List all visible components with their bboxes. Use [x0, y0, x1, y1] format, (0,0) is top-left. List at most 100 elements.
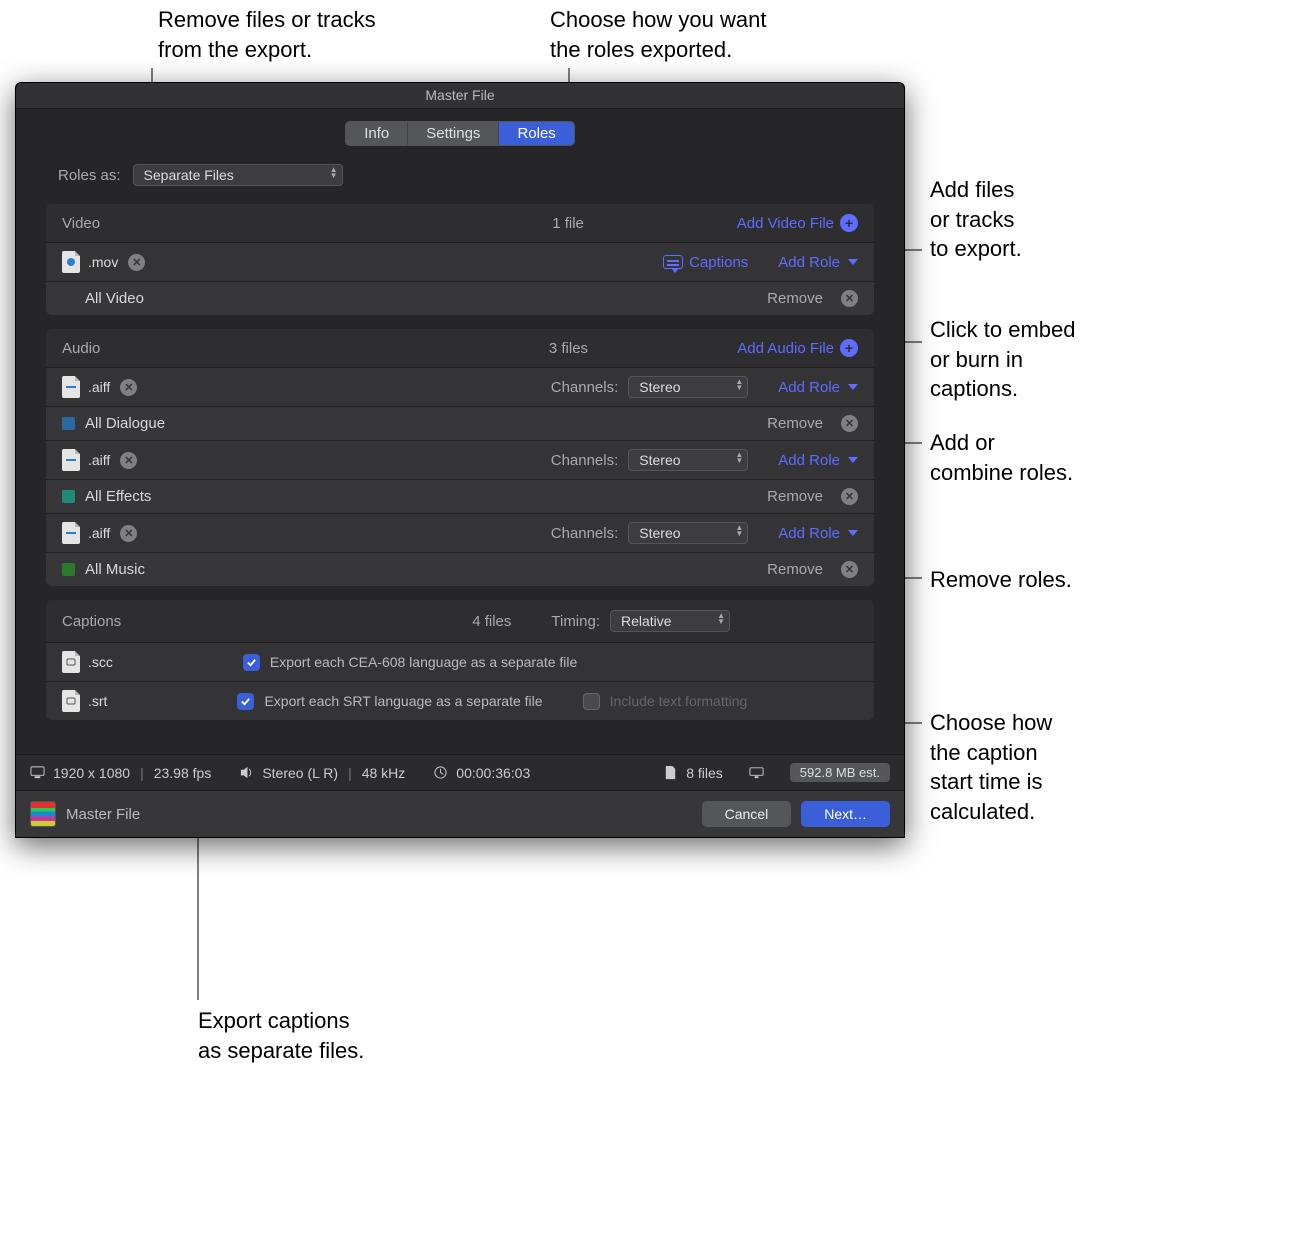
next-button[interactable]: Next… [801, 801, 890, 827]
remove-audio-role-button[interactable]: ✕ [841, 488, 858, 505]
captions-label: Captions [689, 254, 748, 271]
audio-role-name: All Music [85, 561, 145, 578]
speaker-icon [239, 765, 254, 780]
export-scc-checkbox[interactable] [243, 654, 260, 671]
add-role-audio-button[interactable]: Add Role [778, 525, 858, 542]
channels-value: Stereo [639, 379, 680, 395]
add-role-audio-button[interactable]: Add Role [778, 379, 858, 396]
tab-info[interactable]: Info [346, 122, 408, 145]
add-role-video-button[interactable]: Add Role [778, 254, 858, 271]
audio-role-row: All Music Remove ✕ [46, 552, 874, 586]
remove-label: Remove [767, 561, 823, 578]
add-role-audio-button[interactable]: Add Role [778, 452, 858, 469]
add-role-label: Add Role [778, 254, 840, 271]
aiff-file-icon [62, 449, 80, 471]
srt-file-icon [62, 690, 80, 712]
audio-file-row: .aiff ✕ Channels: Stereo ▲▼ Add Role [46, 513, 874, 552]
channels-select[interactable]: Stereo ▲▼ [628, 449, 748, 471]
captions-icon [663, 255, 683, 269]
scc-file-icon [62, 651, 80, 673]
roles-as-label: Roles as: [58, 167, 121, 184]
video-file-row: .mov ✕ Captions Add Role [46, 242, 874, 281]
callout-timing: Choose howthe captionstart time iscalcul… [930, 708, 1052, 827]
callout-add-combine: Add orcombine roles. [930, 428, 1073, 487]
tab-roles[interactable]: Roles [499, 122, 573, 145]
add-role-label: Add Role [778, 525, 840, 542]
captions-count: 4 files [472, 613, 511, 630]
master-file-dialog: Master File Info Settings Roles Roles as… [15, 82, 905, 838]
audio-role-name: All Dialogue [85, 415, 165, 432]
chevron-down-icon [848, 457, 858, 463]
add-video-file-button[interactable]: Add Video File + [737, 214, 858, 232]
callout-embed-captions: Click to embedor burn incaptions. [930, 315, 1076, 404]
role-swatch [62, 563, 75, 576]
popup-stepper-icon: ▲▼ [735, 379, 743, 391]
status-audio: Stereo (L R) [262, 765, 338, 781]
remove-audio-role-button[interactable]: ✕ [841, 561, 858, 578]
aiff-file-icon [62, 522, 80, 544]
video-role-row: All Video Remove ✕ [46, 281, 874, 315]
remove-audio-file-button[interactable]: ✕ [120, 452, 137, 469]
remove-audio-role-button[interactable]: ✕ [841, 415, 858, 432]
audio-role-row: All Effects Remove ✕ [46, 479, 874, 513]
status-khz: 48 kHz [362, 765, 406, 781]
captions-button[interactable]: Captions [663, 254, 748, 271]
clock-icon [433, 765, 448, 780]
status-bar: 1920 x 1080 | 23.98 fps Stereo (L R) | 4… [16, 754, 904, 790]
callout-remove-files: Remove files or tracksfrom the export. [158, 5, 376, 64]
remove-audio-file-button[interactable]: ✕ [120, 379, 137, 396]
aiff-file-icon [62, 376, 80, 398]
tab-settings[interactable]: Settings [408, 122, 499, 145]
remove-audio-file-button[interactable]: ✕ [120, 525, 137, 542]
timing-select[interactable]: Relative ▲▼ [610, 610, 730, 632]
cancel-button[interactable]: Cancel [702, 801, 792, 827]
export-srt-checkbox[interactable] [237, 693, 254, 710]
remove-video-file-button[interactable]: ✕ [128, 254, 145, 271]
video-ext: .mov [88, 254, 118, 270]
include-formatting-checkbox[interactable] [583, 693, 600, 710]
include-formatting-label: Include text formatting [610, 693, 748, 709]
remove-video-role-button[interactable]: ✕ [841, 290, 858, 307]
timing-label: Timing: [551, 613, 600, 630]
channels-label: Channels: [551, 452, 619, 469]
video-section: Video 1 file Add Video File + .mov ✕ Cap… [46, 204, 874, 315]
audio-count: 3 files [400, 340, 738, 357]
status-estimate: 592.8 MB est. [790, 763, 890, 782]
chevron-down-icon [848, 530, 858, 536]
callout-remove-roles: Remove roles. [930, 565, 1072, 595]
remove-label: Remove [767, 290, 823, 307]
window-title: Master File [16, 83, 904, 109]
add-audio-file-button[interactable]: Add Audio File + [737, 339, 858, 357]
audio-role-name: All Effects [85, 488, 151, 505]
audio-ext: .aiff [88, 525, 110, 541]
channels-select[interactable]: Stereo ▲▼ [628, 522, 748, 544]
channels-label: Channels: [551, 379, 619, 396]
chevron-down-icon [848, 384, 858, 390]
channels-value: Stereo [639, 452, 680, 468]
add-role-label: Add Role [778, 452, 840, 469]
file-icon [663, 765, 678, 780]
role-swatch [62, 417, 75, 430]
caption-row: .scc Export each CEA-608 language as a s… [46, 642, 874, 681]
popup-stepper-icon: ▲▼ [735, 452, 743, 464]
plus-icon: + [840, 339, 858, 357]
caption-row: .srt Export each SRT language as a separ… [46, 681, 874, 720]
remove-label: Remove [767, 415, 823, 432]
channels-select[interactable]: Stereo ▲▼ [628, 376, 748, 398]
plus-icon: + [840, 214, 858, 232]
video-title: Video [62, 215, 399, 232]
mov-file-icon [62, 251, 80, 273]
roles-as-select[interactable]: Separate Files ▲▼ [133, 164, 343, 186]
video-count: 1 file [399, 215, 736, 232]
audio-ext: .aiff [88, 379, 110, 395]
status-duration: 00:00:36:03 [456, 765, 530, 781]
caption-ext: .scc [88, 654, 113, 670]
audio-file-row: .aiff ✕ Channels: Stereo ▲▼ Add Role [46, 440, 874, 479]
caption-ext: .srt [88, 693, 107, 709]
popup-stepper-icon: ▲▼ [330, 167, 338, 179]
export-scc-label: Export each CEA-608 language as a separa… [270, 654, 577, 670]
role-swatch [62, 292, 75, 305]
add-role-label: Add Role [778, 379, 840, 396]
timing-value: Relative [621, 613, 672, 629]
video-role-name: All Video [85, 290, 144, 307]
